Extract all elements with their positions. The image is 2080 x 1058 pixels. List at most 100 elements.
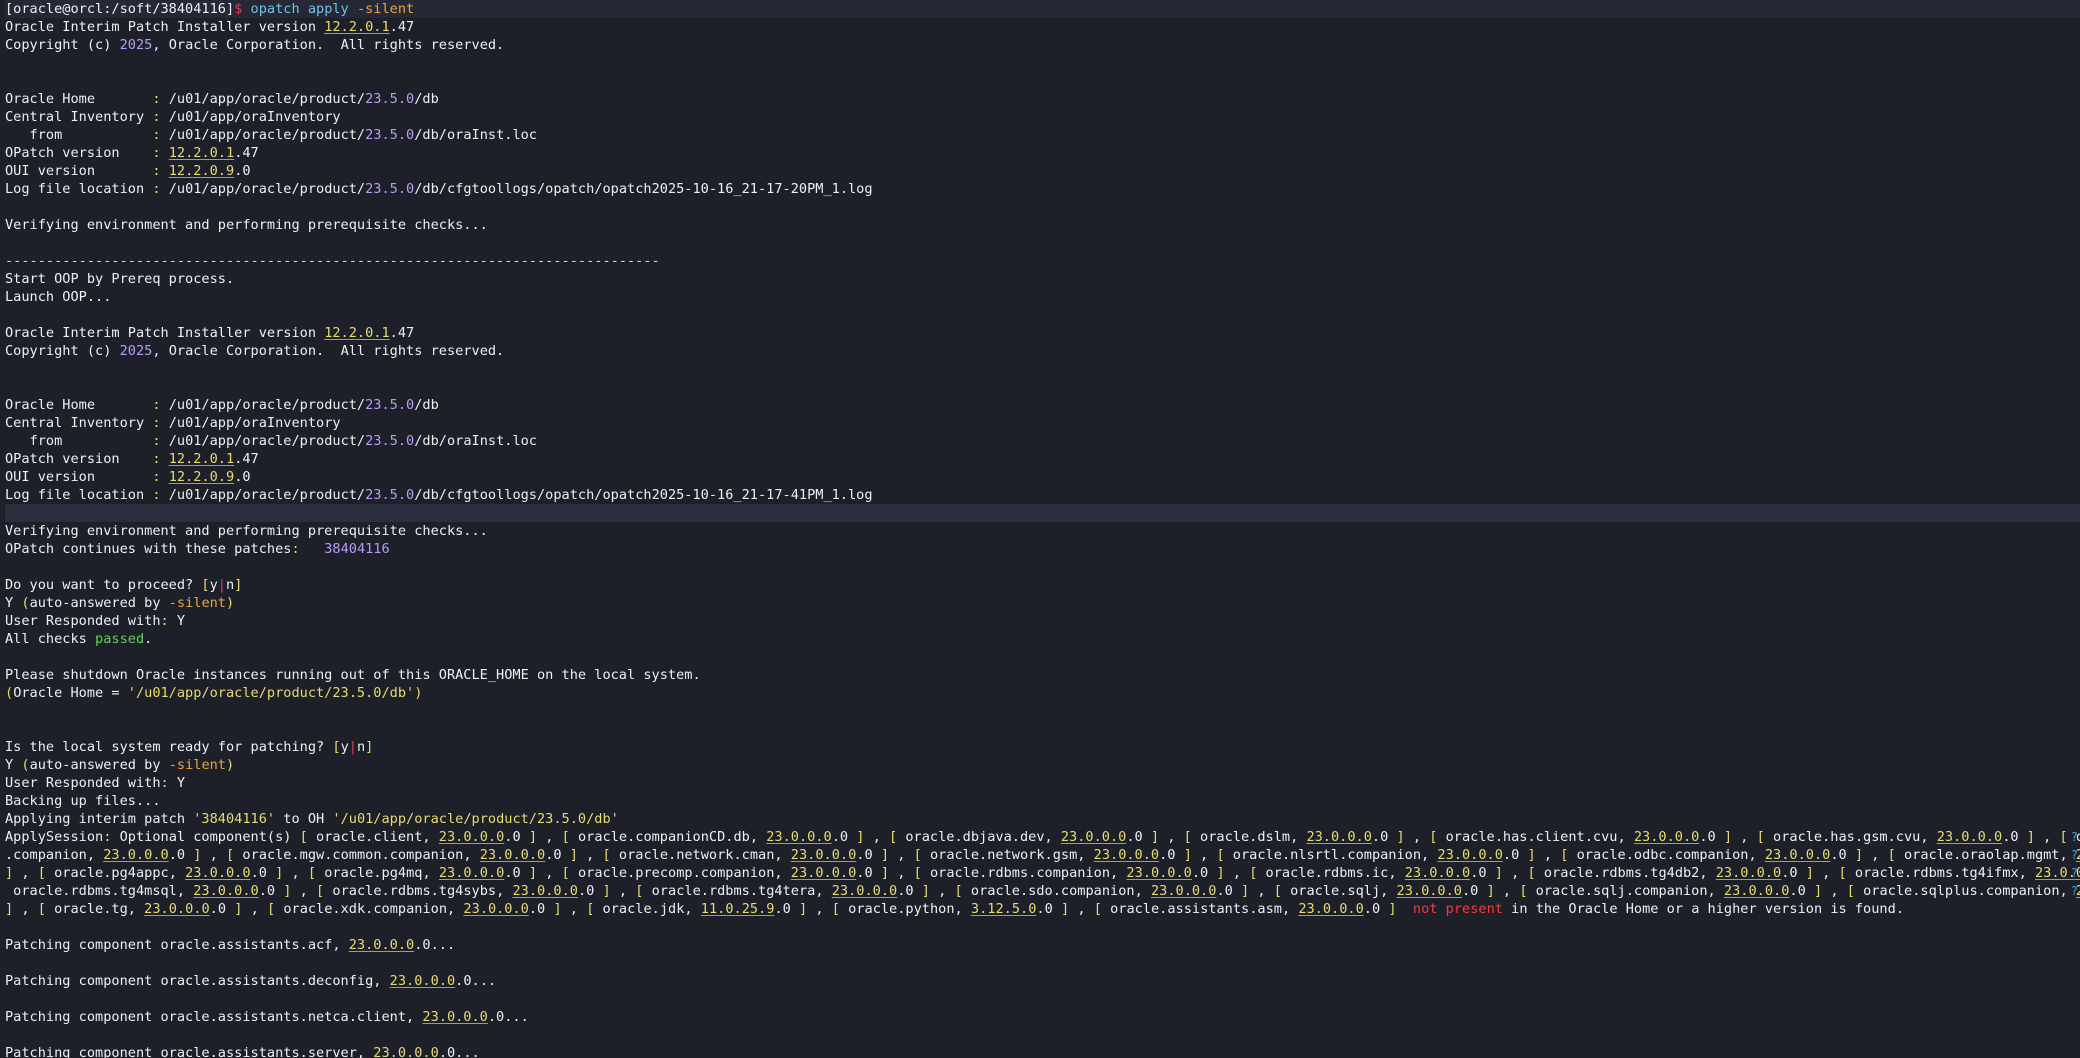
terminal-text: Copyright (c) [5, 37, 120, 53]
terminal-line: Launch OOP... [5, 288, 2080, 306]
terminal-line: All checks passed. [5, 630, 2080, 648]
terminal-text: Y [5, 595, 22, 611]
terminal-text: .companion, [5, 847, 104, 863]
terminal-text: Optional component(s) [111, 829, 300, 845]
terminal-text: oracle.dslm, [1191, 829, 1307, 845]
terminal-text: ] [1486, 883, 1495, 899]
terminal-text: .0 [774, 901, 800, 917]
terminal-text: , [242, 901, 267, 917]
terminal-text: [ [831, 901, 840, 917]
terminal-line: .companion, 23.0.0.0.0 ] , [ oracle.mgw.… [5, 846, 2080, 864]
terminal-text: ] [569, 847, 578, 863]
terminal-text: oracle.assistants.asm, [1101, 901, 1299, 917]
terminal-text: [ [1273, 883, 1282, 899]
terminal-text: .0 [234, 469, 251, 485]
terminal-text: .0 [545, 847, 570, 863]
terminal-text: ( [5, 685, 14, 701]
terminal-text: 23.0.0.0 [479, 847, 546, 863]
terminal-text: , [577, 847, 603, 863]
terminal-text: , [1494, 883, 1520, 899]
terminal-text: oracle.sdo.companion, [962, 883, 1151, 899]
terminal-text: OPatch version [5, 451, 153, 467]
terminal-text: Y [5, 757, 22, 773]
terminal-text: ] [1241, 883, 1250, 899]
terminal-text: 23.0.0.0 [1723, 883, 1790, 899]
terminal-line: Patching component oracle.assistants.net… [5, 1008, 2080, 1026]
terminal-text: n [225, 577, 235, 593]
terminal-text: , [537, 865, 562, 881]
terminal-text: .0 [1126, 829, 1151, 845]
terminal-text: .0 [1371, 829, 1397, 845]
terminal-text: oracle.network.cman, [610, 847, 791, 863]
terminal-text: [ [1183, 829, 1192, 845]
terminal-text: [ [332, 739, 341, 755]
terminal-text: ] [553, 901, 562, 917]
terminal-line: OPatch continues with these patches: 384… [5, 540, 2080, 558]
terminal-text: , [1822, 883, 1847, 899]
terminal-line: ----------------------------------------… [5, 252, 2080, 270]
terminal-line: OUI version : 12.2.0.9.0 [5, 162, 2080, 180]
terminal-text: oracle.rdbms.companion, [921, 865, 1127, 881]
terminal-text: 23.0.0.0 [790, 865, 857, 881]
terminal-text: [ [913, 847, 922, 863]
terminal-text: n [356, 739, 366, 755]
terminal-text: .47 [389, 325, 415, 341]
terminal-text: ] [1388, 901, 1397, 917]
terminal-text: Is the local system ready for patching? [5, 739, 333, 755]
terminal-text: 23.0.0.0 [1150, 883, 1217, 899]
terminal-text: oracle.python, [839, 901, 971, 917]
terminal-text: ( [21, 757, 30, 773]
terminal-text: 23.0.0.0 [1126, 865, 1192, 881]
terminal-text: oracle.sqlj.companion, [1527, 883, 1724, 899]
terminal-text: auto-answered by [29, 757, 169, 773]
terminal-text: [ [1093, 901, 1102, 917]
terminal-text: : [152, 181, 161, 197]
terminal-text: .0 [1036, 901, 1061, 917]
terminal-text: [ [201, 577, 210, 593]
terminal-text: , [1159, 829, 1184, 845]
terminal-text: .0 [504, 829, 529, 845]
terminal-text: Y [168, 775, 186, 791]
terminal-text: $ [234, 1, 251, 17]
terminal-text: : [152, 145, 161, 161]
terminal-text: 38404116 [324, 541, 390, 557]
terminal-line: Y (auto-answered by -silent) [5, 594, 2080, 612]
terminal-text: ] [5, 901, 14, 917]
terminal-line: Oracle Interim Patch Installer version 1… [5, 324, 2080, 342]
terminal-text: /u01/app/oraInventory [160, 109, 341, 125]
terminal-text: ] [880, 847, 890, 863]
terminal-text: auto-answered by [29, 595, 169, 611]
terminal-text: y [209, 577, 218, 593]
terminal-text: Oracle Interim Patch Installer version [5, 325, 325, 341]
terminal-text: .0 [1502, 847, 1528, 863]
terminal-text: , [291, 883, 317, 899]
terminal-text: Oracle Home [5, 91, 153, 107]
terminal-text: 23.5.0 [365, 397, 415, 413]
terminal-text: 23.0.0.0 [1396, 883, 1462, 899]
terminal-line [5, 504, 2080, 522]
terminal-text: .0 [1830, 847, 1855, 863]
terminal-line: User Responded with: Y [5, 774, 2080, 792]
terminal-text: 23.0.0.0 [463, 901, 529, 917]
terminal-text: , [201, 847, 227, 863]
terminal-line: Patching component oracle.assistants.acf… [5, 936, 2080, 954]
terminal-text: , [807, 901, 832, 917]
terminal-text: [ [1846, 883, 1855, 899]
terminal-text: [ [1887, 847, 1896, 863]
terminal-text: .0 [168, 847, 194, 863]
terminal-text: ] [5, 865, 14, 881]
terminal-text: 3.12.5.0 [970, 901, 1037, 917]
terminal-text: 23.0.0.0 [790, 847, 857, 863]
terminal-text: .0 [831, 829, 857, 845]
terminal-text: [ [1527, 865, 1536, 881]
terminal-text: | [348, 739, 357, 755]
terminal-text: OPatch version [5, 145, 153, 161]
terminal-text: 23.0.0.0 [422, 1009, 488, 1025]
terminal-text: 23.5.0 [365, 433, 415, 449]
terminal-output[interactable]: [oracle@orcl:/soft/38404116]$ opatch app… [0, 0, 2080, 1058]
terminal-line: Oracle Home : /u01/app/oracle/product/23… [5, 396, 2080, 414]
